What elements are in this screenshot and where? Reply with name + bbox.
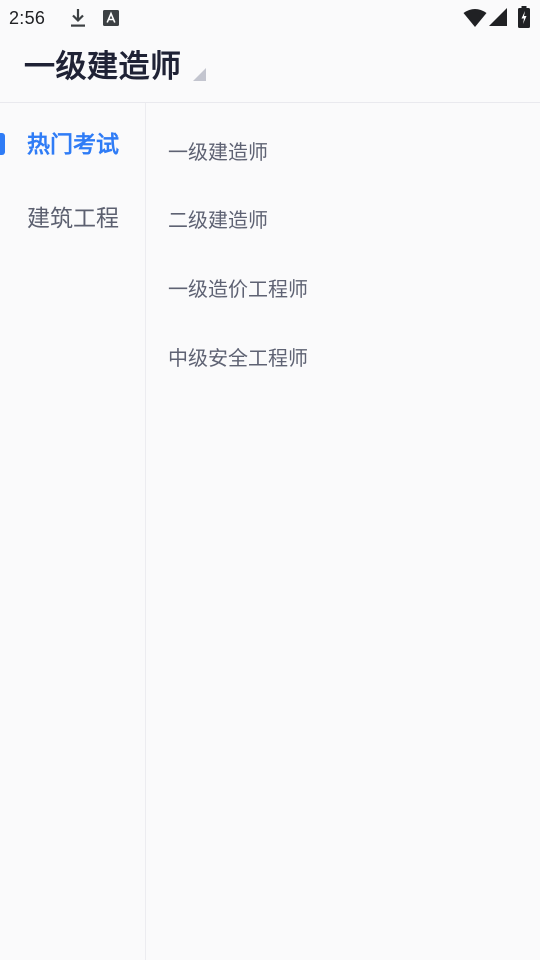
text-a-icon [103, 10, 119, 30]
download-icon [69, 8, 87, 32]
exam-item-label: 一级造价工程师 [168, 277, 308, 301]
sidebar-item-construction[interactable]: 建筑工程 [0, 199, 145, 239]
battery-charging-icon [518, 6, 530, 32]
active-indicator [0, 133, 5, 155]
sidebar-item-label: 建筑工程 [27, 206, 119, 232]
wifi-icon [463, 8, 487, 32]
exam-item-label: 中级安全工程师 [168, 346, 308, 370]
exam-item-safety-engineer[interactable]: 中级安全工程师 [168, 345, 528, 379]
dropdown-triangle-icon[interactable] [193, 66, 206, 85]
header: 一级建造师 [0, 36, 540, 103]
status-bar: 2:56 [0, 0, 540, 36]
sidebar-item-label: 热门考试 [27, 132, 119, 158]
category-sidebar: 热门考试 建筑工程 [0, 103, 145, 960]
exam-item-cost-engineer[interactable]: 一级造价工程师 [168, 276, 528, 310]
exam-item-label: 二级建造师 [168, 208, 268, 232]
sidebar-item-hot-exams[interactable]: 热门考试 [0, 125, 145, 165]
exam-selector[interactable]: 一级建造师 [24, 48, 182, 86]
status-time: 2:56 [9, 8, 46, 28]
exam-item-second-class-constructor[interactable]: 二级建造师 [168, 207, 528, 241]
exam-item-label: 一级建造师 [168, 140, 268, 164]
exam-category-screen: 2:56 一级建造师 热门考试 建筑工程 一级建造师 二级建造师 一级造价工程师… [0, 0, 540, 960]
signal-icon [488, 7, 508, 31]
exam-list: 一级建造师 二级建造师 一级造价工程师 中级安全工程师 [146, 103, 540, 960]
page-title: 一级建造师 [24, 49, 182, 85]
exam-item-first-class-constructor[interactable]: 一级建造师 [168, 139, 528, 173]
